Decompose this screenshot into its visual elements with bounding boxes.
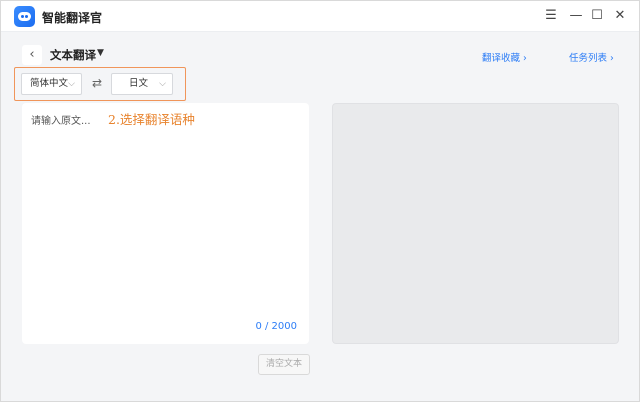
- chevron-left-icon: ‹: [29, 47, 35, 62]
- back-button[interactable]: ‹: [22, 45, 42, 65]
- app-logo-icon: [14, 6, 35, 27]
- clear-text-button[interactable]: 清空文本: [258, 354, 310, 375]
- annotation-label: 2.选择翻译语种: [108, 112, 195, 127]
- maximize-icon[interactable]: ☐: [588, 7, 606, 25]
- menu-icon[interactable]: ☰: [542, 7, 560, 25]
- source-text-input[interactable]: 请输入原文... 0 / 2000: [22, 103, 309, 344]
- caret-down-icon[interactable]: ▼: [97, 48, 104, 58]
- task-list-link[interactable]: 任务列表 ›: [569, 50, 614, 64]
- chevron-down-icon: ⌵: [159, 79, 166, 89]
- app-title: 智能翻译官: [42, 11, 103, 25]
- swap-languages-icon[interactable]: ⇄: [89, 75, 105, 91]
- character-counter: 0 / 2000: [255, 321, 297, 332]
- close-icon[interactable]: ✕: [611, 7, 629, 25]
- title-bar: 智能翻译官 ☰ — ☐ ✕: [1, 1, 639, 32]
- page-title[interactable]: 文本翻译: [50, 47, 96, 63]
- input-placeholder: 请输入原文...: [31, 116, 91, 127]
- source-language-select[interactable]: 简体中文 ⌵: [21, 73, 82, 95]
- chevron-down-icon: ⌵: [68, 79, 75, 89]
- translation-output-panel: [332, 103, 619, 344]
- minimize-icon[interactable]: —: [567, 7, 585, 25]
- target-language-select[interactable]: 日文 ⌵: [111, 73, 173, 95]
- target-language-value: 日文: [129, 78, 149, 89]
- app-window: 智能翻译官 ☰ — ☐ ✕ ‹ 文本翻译 ▼ 翻译收藏 › 任务列表 › 简体中…: [0, 0, 640, 402]
- favorites-link[interactable]: 翻译收藏 ›: [482, 50, 527, 64]
- source-language-value: 简体中文: [30, 78, 69, 89]
